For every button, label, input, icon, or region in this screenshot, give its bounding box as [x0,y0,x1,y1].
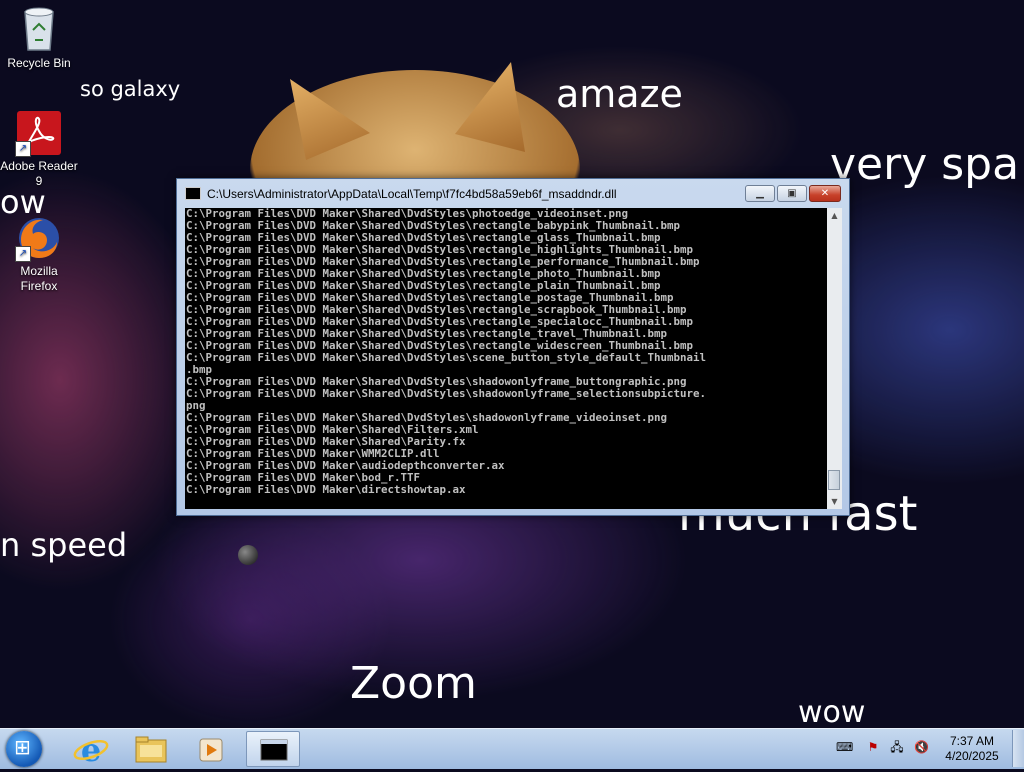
maximize-button[interactable]: ▣ [777,185,807,202]
meme-text-zoom: Zoom [350,658,477,709]
taskbar-internet-explorer[interactable]: e [64,731,118,769]
internet-explorer-icon: e [73,731,109,769]
console-line: C:\Program Files\DVD Maker\Shared\DvdSty… [186,351,707,364]
meme-text-very-spa: very spa [830,139,1020,190]
meme-text-amaze: amaze [556,72,683,116]
scrollbar-thumb[interactable] [828,470,840,490]
clock-date: 4/20/2025 [945,749,999,763]
console-text: C:\Program Files\DVD Maker\Shared\DvdSty… [185,208,827,496]
scroll-up-arrow-icon[interactable]: ▲ [827,208,842,223]
shortcut-arrow-icon: ↗ [15,246,31,262]
meme-text-wow: wow [798,695,866,730]
minimize-button[interactable]: ▁ [745,185,775,202]
speaker-muted-icon[interactable]: 🔇 [914,740,929,754]
system-clock[interactable]: 7:37 AM 4/20/2025 [944,734,1000,764]
scroll-down-arrow-icon[interactable]: ▼ [827,494,842,509]
desktop-icon-mozilla-firefox[interactable]: ↗ Mozilla Firefox [0,216,78,294]
action-center-icon[interactable]: ⚑ [866,740,880,754]
file-explorer-icon [135,736,167,763]
taskbar: e ⌨ ⚑ 🖧 🔇 7:37 AM 4/20/2025 [0,728,1024,769]
recycle-bin-icon [24,7,54,51]
media-player-icon [199,738,223,762]
show-desktop-button[interactable] [1012,730,1024,767]
desktop-icon-recycle-bin[interactable]: Recycle Bin [0,6,78,71]
adobe-reader-label-line1: Adobe Reader [0,159,78,173]
adobe-reader-label-line2: 9 [35,174,43,188]
console-icon [260,739,288,761]
console-line: C:\Program Files\DVD Maker\directshowtap… [186,483,466,496]
window-titlebar[interactable]: C:\Users\Administrator\AppData\Local\Tem… [177,179,849,207]
close-button[interactable]: ✕ [809,185,841,202]
svg-text:e: e [81,731,101,767]
wallpaper-planet [238,545,258,565]
desktop-icon-adobe-reader[interactable]: ↗ Adobe Reader 9 [0,111,78,189]
console-line: C:\Program Files\DVD Maker\Shared\DvdSty… [186,387,707,400]
window-title: C:\Users\Administrator\AppData\Local\Tem… [207,187,617,201]
clock-time: 7:37 AM [949,734,995,748]
taskbar-media-player[interactable] [184,731,238,767]
console-output[interactable]: C:\Program Files\DVD Maker\Shared\DvdSty… [185,208,827,509]
taskbar-file-explorer[interactable] [124,731,178,767]
maximize-icon: ▣ [787,188,797,199]
shortcut-arrow-icon: ↗ [15,141,31,157]
firefox-label-line2: Firefox [20,279,58,293]
firefox-label-line1: Mozilla [20,264,58,278]
recycle-bin-label: Recycle Bin [7,56,71,70]
console-window[interactable]: C:\Users\Administrator\AppData\Local\Tem… [176,178,850,516]
minimize-icon: ▁ [756,188,764,199]
network-icon[interactable]: 🖧 [890,740,904,754]
meme-text-ow: ow [0,183,46,221]
close-icon: ✕ [820,188,830,199]
console-window-icon[interactable] [185,187,201,200]
meme-text-speed: n speed [0,526,128,564]
console-scrollbar[interactable]: ▲ ▼ [827,208,842,509]
meme-text-so-galaxy: so galaxy [80,77,181,101]
start-button[interactable] [6,731,42,767]
taskbar-console-window[interactable] [246,731,300,767]
keyboard-icon[interactable]: ⌨ [836,740,853,754]
